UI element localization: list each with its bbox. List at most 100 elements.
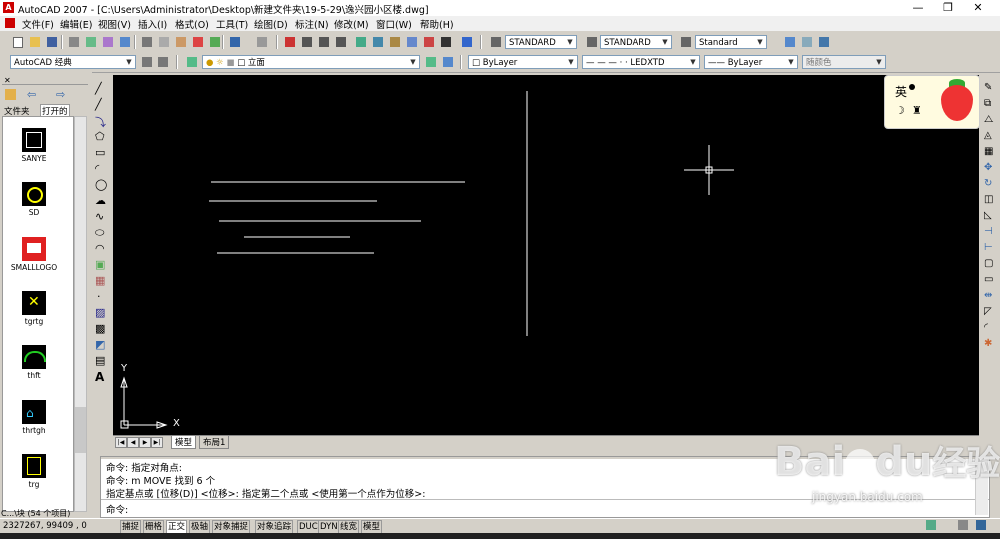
block-item-thft[interactable]: thft — [0, 345, 72, 380]
osnap-toggle[interactable]: 对象捕捉 — [212, 520, 251, 534]
insert-block-icon[interactable]: ▣ — [95, 258, 108, 271]
polygon-icon[interactable]: ⬠ — [95, 130, 108, 143]
break-icon[interactable]: ▭ — [984, 274, 997, 287]
tab-model[interactable]: 模型 — [171, 436, 197, 449]
point-icon[interactable]: · — [97, 290, 110, 303]
layer-manager-icon[interactable] — [184, 54, 200, 70]
table-style-icon[interactable] — [678, 34, 694, 50]
help-icon[interactable] — [459, 34, 475, 50]
design-center-icon[interactable] — [370, 34, 386, 50]
palette-grip[interactable] — [2, 74, 88, 85]
model-toggle[interactable]: 模型 — [361, 520, 383, 534]
otrack-toggle[interactable]: 对象追踪 — [255, 520, 294, 534]
restore-button[interactable]: ❐ — [934, 0, 962, 16]
menu-file[interactable]: 文件(F) — [22, 17, 54, 31]
calculator-icon[interactable] — [438, 34, 454, 50]
plot-icon[interactable] — [117, 34, 133, 50]
polyline-icon[interactable]: ⤵ — [95, 114, 108, 129]
prev-tab-icon[interactable]: ◀ — [127, 437, 139, 448]
scale-icon[interactable]: ◫ — [984, 194, 997, 207]
lineweight-toggle[interactable]: 线宽 — [338, 520, 360, 534]
cut-icon[interactable] — [139, 34, 155, 50]
table-icon[interactable]: ▤ — [95, 354, 108, 367]
plotstyle-select[interactable]: 随颜色 ▼ — [802, 55, 886, 69]
hatch-icon[interactable]: ▨ — [95, 306, 108, 319]
spline-icon[interactable]: ∿ — [95, 210, 108, 223]
publish-icon[interactable] — [100, 34, 116, 50]
linetype-select[interactable]: — — — · · LEDXTD ▼ — [582, 55, 700, 69]
ortho-toggle[interactable]: 正交 — [166, 520, 188, 534]
rectangle-icon[interactable]: ▭ — [95, 146, 108, 159]
layer-previous-icon[interactable] — [440, 54, 456, 70]
line-icon[interactable]: ╱ — [95, 82, 108, 95]
table-style-select[interactable]: Standard ▼ — [695, 35, 767, 49]
copy-icon[interactable] — [156, 34, 172, 50]
print-icon[interactable] — [66, 34, 82, 50]
match-properties-icon[interactable] — [190, 34, 206, 50]
new-icon[interactable] — [10, 34, 26, 50]
ellipse-icon[interactable]: ⬭ — [95, 226, 108, 239]
zoom-window-icon[interactable] — [316, 34, 332, 50]
menu-view[interactable]: 视图(V) — [98, 17, 131, 31]
close-icon[interactable]: ✕ — [4, 76, 11, 85]
layer-states-icon[interactable] — [816, 34, 832, 50]
communication-center-icon[interactable] — [926, 520, 936, 530]
tab-layout1[interactable]: 布局1 — [199, 436, 230, 449]
layer-tools-icon[interactable] — [799, 34, 815, 50]
forward-icon[interactable]: ⇨ — [56, 88, 65, 101]
trim-icon[interactable]: ⊣ — [984, 226, 997, 239]
gradient-icon[interactable]: ▩ — [95, 322, 108, 335]
menu-edit[interactable]: 编辑(E) — [60, 17, 92, 31]
menu-window[interactable]: 窗口(W) — [376, 17, 412, 31]
mirror-icon[interactable]: ⧍ — [984, 114, 997, 127]
workspace-select[interactable]: AutoCAD 经典 ▼ — [10, 55, 136, 69]
block-item-thrtgh[interactable]: ⌂ thrtgh — [0, 400, 72, 435]
chamfer-icon[interactable]: ◸ — [984, 306, 997, 319]
rotate-icon[interactable]: ↻ — [984, 178, 997, 191]
make-block-icon[interactable]: ▦ — [95, 274, 108, 287]
menu-tools[interactable]: 工具(T) — [216, 17, 248, 31]
ime-mode-label[interactable]: 英 — [895, 83, 907, 100]
fillet-icon[interactable]: ◜ — [984, 322, 997, 335]
color-select[interactable]: □ ByLayer ▼ — [468, 55, 578, 69]
undo-icon[interactable] — [227, 34, 243, 50]
region-icon[interactable]: ◩ — [95, 338, 108, 351]
properties-icon[interactable] — [353, 34, 369, 50]
brush-icon[interactable] — [782, 34, 798, 50]
menu-insert[interactable]: 插入(I) — [138, 17, 167, 31]
paste-icon[interactable] — [173, 34, 189, 50]
shirt-icon[interactable]: ♜ — [912, 104, 922, 117]
document-icon[interactable] — [5, 18, 15, 28]
block-item-tgrtg[interactable]: ✕ tgrtg — [0, 291, 72, 326]
workspace-settings-icon[interactable] — [139, 54, 155, 70]
clean-screen-icon[interactable] — [976, 520, 986, 530]
erase-icon[interactable]: ✎ — [984, 82, 997, 95]
preview-icon[interactable] — [83, 34, 99, 50]
stretch-icon[interactable]: ◺ — [984, 210, 997, 223]
menu-format[interactable]: 格式(O) — [175, 17, 209, 31]
last-tab-icon[interactable]: ▶| — [151, 437, 163, 448]
dim-style-icon[interactable] — [584, 34, 600, 50]
tool-palettes-icon[interactable] — [387, 34, 403, 50]
folder-icon[interactable] — [5, 89, 16, 100]
moon-icon[interactable]: ☽ — [895, 104, 905, 117]
layer-select[interactable]: ● ☼ ■ □ 立面 ▼ — [202, 55, 420, 69]
menu-modify[interactable]: 修改(M) — [334, 17, 369, 31]
block-item-sanye[interactable]: SANYE — [0, 128, 72, 163]
back-icon[interactable]: ⇦ — [27, 88, 36, 101]
menu-dimension[interactable]: 标注(N) — [295, 17, 329, 31]
palette-scrollbar[interactable] — [74, 116, 87, 512]
move-icon[interactable]: ✥ — [984, 162, 997, 175]
lock-toolbar-icon[interactable] — [958, 520, 968, 530]
block-editor-icon[interactable] — [207, 34, 223, 50]
construction-line-icon[interactable]: ╱ — [95, 98, 108, 111]
extend-icon[interactable]: ⊢ — [984, 242, 997, 255]
explode-icon[interactable]: ✱ — [984, 338, 997, 351]
dim-style-select[interactable]: STANDARD ▼ — [600, 35, 672, 49]
command-prompt[interactable]: 命令: — [106, 502, 128, 516]
block-item-trg[interactable]: trg — [0, 454, 72, 489]
array-icon[interactable]: ▦ — [984, 146, 997, 159]
zoom-realtime-icon[interactable] — [299, 34, 315, 50]
sheet-set-icon[interactable] — [404, 34, 420, 50]
save-icon[interactable] — [44, 34, 60, 50]
